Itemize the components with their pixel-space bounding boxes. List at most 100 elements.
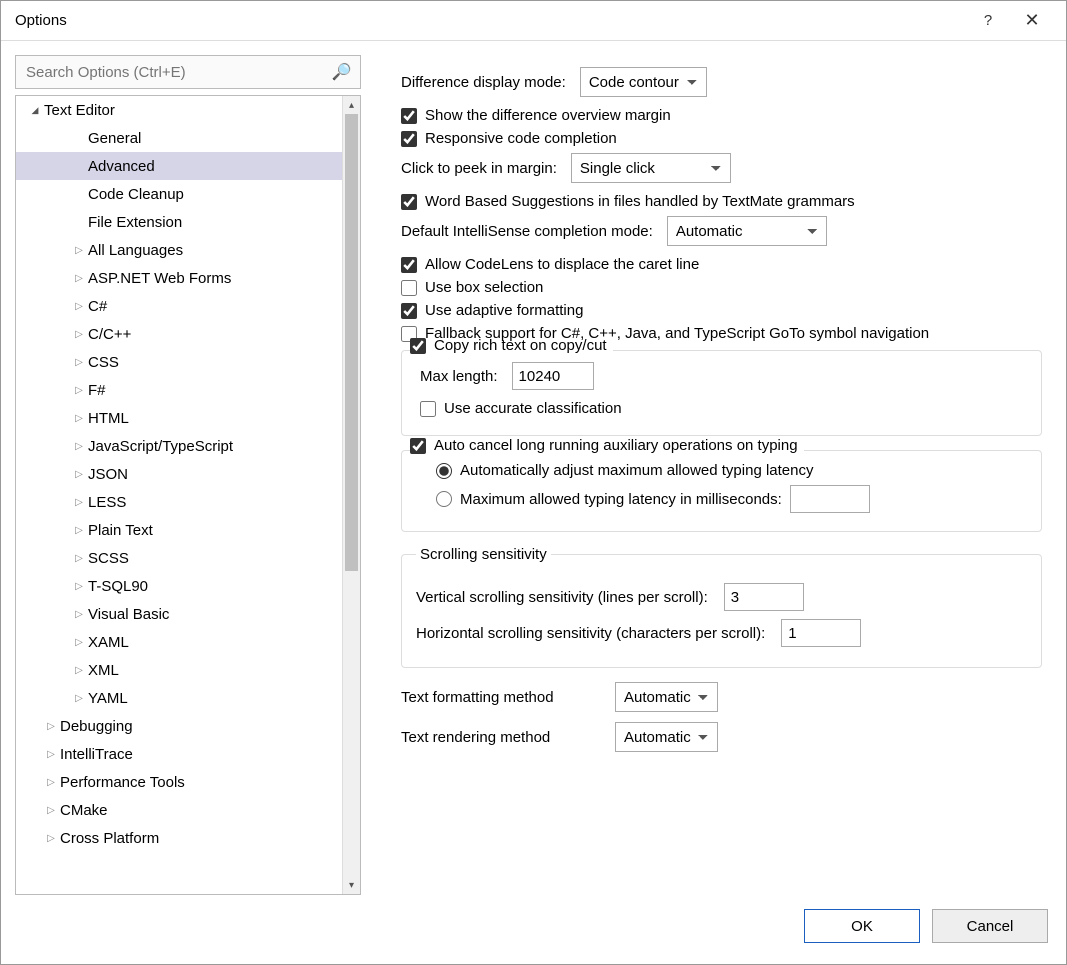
- allow-codelens-checkbox[interactable]: [401, 257, 417, 273]
- chevron-right-icon[interactable]: [72, 553, 86, 564]
- chevron-down-icon[interactable]: [28, 105, 42, 116]
- tree-item[interactable]: Visual Basic: [16, 600, 342, 628]
- chevron-right-icon[interactable]: [72, 273, 86, 284]
- auto-cancel-checkbox[interactable]: [410, 438, 426, 454]
- chevron-right-icon[interactable]: [44, 749, 58, 760]
- copy-rich-checkbox[interactable]: [410, 338, 426, 354]
- close-icon[interactable]: ✕: [1010, 10, 1054, 31]
- intellisense-mode-select[interactable]: Automatic: [667, 216, 827, 246]
- chevron-right-icon[interactable]: [44, 721, 58, 732]
- tree-item[interactable]: Plain Text: [16, 516, 342, 544]
- scroll-thumb[interactable]: [345, 114, 358, 571]
- tree-item[interactable]: JavaScript/TypeScript: [16, 432, 342, 460]
- tree-item[interactable]: All Languages: [16, 236, 342, 264]
- max-length-input[interactable]: [512, 362, 594, 390]
- click-peek-select[interactable]: Single click: [571, 153, 731, 183]
- tree-item[interactable]: CSS: [16, 348, 342, 376]
- tree-item-label: T-SQL90: [88, 578, 148, 595]
- tree-item-label: General: [88, 130, 141, 147]
- tree-item[interactable]: ASP.NET Web Forms: [16, 264, 342, 292]
- chevron-right-icon[interactable]: [72, 665, 86, 676]
- accurate-classification-checkbox[interactable]: [420, 401, 436, 417]
- tree-item[interactable]: T-SQL90: [16, 572, 342, 600]
- tree-item[interactable]: HTML: [16, 404, 342, 432]
- chevron-right-icon[interactable]: [72, 637, 86, 648]
- chevron-right-icon[interactable]: [72, 609, 86, 620]
- tree-item[interactable]: Performance Tools: [16, 768, 342, 796]
- tree-item-label: Code Cleanup: [88, 186, 184, 203]
- tree-item[interactable]: SCSS: [16, 544, 342, 572]
- chevron-right-icon[interactable]: [72, 413, 86, 424]
- cancel-button[interactable]: Cancel: [932, 909, 1048, 943]
- scroll-legend: Scrolling sensitivity: [416, 546, 551, 563]
- tree-item-label: Text Editor: [44, 102, 115, 119]
- tree-item[interactable]: Debugging: [16, 712, 342, 740]
- tree-item[interactable]: XML: [16, 656, 342, 684]
- chevron-right-icon[interactable]: [72, 329, 86, 340]
- tree-item[interactable]: XAML: [16, 628, 342, 656]
- vscroll-input[interactable]: [724, 583, 804, 611]
- intellisense-mode-label: Default IntelliSense completion mode:: [401, 223, 653, 240]
- tree-item[interactable]: C/C++: [16, 320, 342, 348]
- diff-mode-select[interactable]: Code contour: [580, 67, 707, 97]
- diff-mode-label: Difference display mode:: [401, 74, 566, 91]
- responsive-completion-checkbox[interactable]: [401, 131, 417, 147]
- show-diff-margin-checkbox[interactable]: [401, 108, 417, 124]
- chevron-right-icon[interactable]: [44, 833, 58, 844]
- tree-item[interactable]: File Extension: [16, 208, 342, 236]
- scroll-down-icon[interactable]: ▾: [343, 876, 360, 894]
- box-selection-checkbox[interactable]: [401, 280, 417, 296]
- search-icon[interactable]: 🔍: [332, 62, 352, 82]
- tree-item-label: XML: [88, 662, 119, 679]
- settings-panel: Difference display mode: Code contour Sh…: [371, 55, 1052, 895]
- search-input[interactable]: [24, 63, 332, 82]
- tree-item-label: CSS: [88, 354, 119, 371]
- latency-ms-radio[interactable]: [436, 491, 452, 507]
- tree-item[interactable]: Code Cleanup: [16, 180, 342, 208]
- search-box[interactable]: 🔍: [15, 55, 361, 89]
- scroll-up-icon[interactable]: ▴: [343, 96, 360, 114]
- ok-button[interactable]: OK: [804, 909, 920, 943]
- chevron-right-icon[interactable]: [44, 805, 58, 816]
- latency-auto-radio[interactable]: [436, 463, 452, 479]
- chevron-right-icon[interactable]: [72, 525, 86, 536]
- tree-item[interactable]: C#: [16, 292, 342, 320]
- tree-item-label: HTML: [88, 410, 129, 427]
- hscroll-input[interactable]: [781, 619, 861, 647]
- chevron-right-icon[interactable]: [72, 385, 86, 396]
- text-render-select[interactable]: Automatic: [615, 722, 718, 752]
- tree-item-label: Performance Tools: [60, 774, 185, 791]
- tree-item[interactable]: Text Editor: [16, 96, 342, 124]
- auto-cancel-group: Auto cancel long running auxiliary opera…: [401, 450, 1042, 532]
- copy-rich-group: Copy rich text on copy/cut Max length: U…: [401, 350, 1042, 436]
- tree-item[interactable]: LESS: [16, 488, 342, 516]
- chevron-right-icon[interactable]: [72, 469, 86, 480]
- chevron-right-icon[interactable]: [44, 777, 58, 788]
- titlebar: Options ? ✕: [1, 1, 1066, 41]
- chevron-right-icon[interactable]: [72, 357, 86, 368]
- chevron-right-icon[interactable]: [72, 441, 86, 452]
- tree-item[interactable]: CMake: [16, 796, 342, 824]
- tree-item[interactable]: IntelliTrace: [16, 740, 342, 768]
- tree-scrollbar[interactable]: ▴ ▾: [342, 96, 360, 894]
- chevron-right-icon[interactable]: [72, 301, 86, 312]
- tree-item[interactable]: YAML: [16, 684, 342, 712]
- tree-item[interactable]: F#: [16, 376, 342, 404]
- chevron-right-icon[interactable]: [72, 245, 86, 256]
- scroll-sensitivity-group: Scrolling sensitivity Vertical scrolling…: [401, 546, 1042, 668]
- tree-item-label: SCSS: [88, 550, 129, 567]
- adaptive-formatting-checkbox[interactable]: [401, 303, 417, 319]
- click-peek-label: Click to peek in margin:: [401, 160, 557, 177]
- tree-item[interactable]: JSON: [16, 460, 342, 488]
- adaptive-formatting-label: Use adaptive formatting: [425, 302, 583, 319]
- text-format-select[interactable]: Automatic: [615, 682, 718, 712]
- chevron-right-icon[interactable]: [72, 693, 86, 704]
- tree-item[interactable]: Cross Platform: [16, 824, 342, 852]
- tree-item[interactable]: General: [16, 124, 342, 152]
- chevron-right-icon[interactable]: [72, 497, 86, 508]
- latency-ms-input[interactable]: [790, 485, 870, 513]
- chevron-right-icon[interactable]: [72, 581, 86, 592]
- help-icon[interactable]: ?: [966, 12, 1010, 29]
- tree-item[interactable]: Advanced: [16, 152, 342, 180]
- word-based-checkbox[interactable]: [401, 194, 417, 210]
